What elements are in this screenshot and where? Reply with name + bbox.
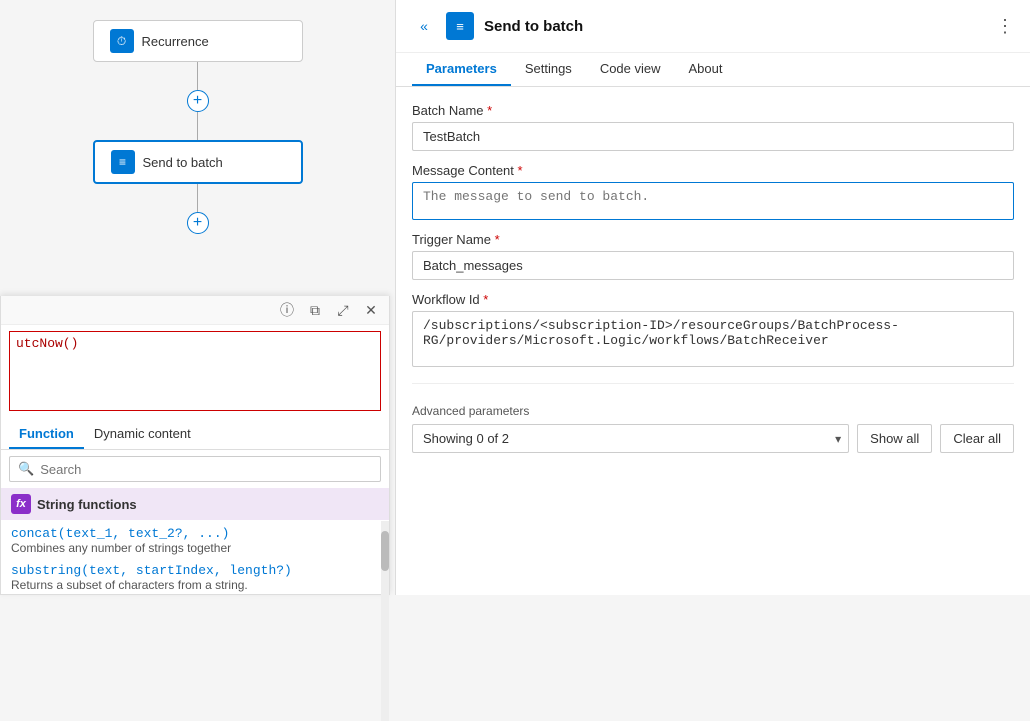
- right-panel-title: Send to batch: [484, 18, 986, 35]
- right-header: « ≡ Send to batch ⋮: [396, 0, 1030, 53]
- message-content-field-group: Message Content *: [412, 163, 1014, 220]
- connector-1: [197, 62, 198, 90]
- message-content-input[interactable]: [412, 182, 1014, 220]
- search-icon: 🔍: [18, 461, 34, 477]
- tab-settings[interactable]: Settings: [511, 53, 586, 86]
- divider: [412, 383, 1014, 384]
- fx-icon: fx: [11, 494, 31, 514]
- tab-dynamic-content[interactable]: Dynamic content: [84, 420, 201, 449]
- add-button-2[interactable]: +: [187, 212, 209, 234]
- send-to-batch-label: Send to batch: [143, 155, 223, 170]
- string-functions-label: String functions: [37, 497, 137, 512]
- message-content-label: Message Content *: [412, 163, 1014, 178]
- func-substring-name: substring(text, startIndex, length?): [11, 563, 379, 578]
- workflow-canvas: ⏱ Recurrence + ≡ Send to batch +: [0, 20, 395, 234]
- more-options-icon[interactable]: ⋮: [996, 16, 1014, 37]
- expression-tabs: Function Dynamic content: [1, 420, 389, 450]
- advanced-parameters-label: Advanced parameters: [412, 404, 1014, 418]
- search-input[interactable]: [40, 462, 372, 477]
- tab-about[interactable]: About: [675, 53, 737, 86]
- batch-name-field-group: Batch Name *: [412, 103, 1014, 151]
- expression-toolbar: ⓘ ⧉ ⤢ ✕: [1, 296, 389, 325]
- batch-name-input[interactable]: [412, 122, 1014, 151]
- recurrence-node[interactable]: ⏱ Recurrence: [93, 20, 303, 62]
- expression-editor-panel: ⓘ ⧉ ⤢ ✕ utcNow() Function Dynamic conten…: [0, 296, 390, 595]
- advanced-parameters-row: Showing 0 of 2 ▾ Show all Clear all: [412, 424, 1014, 453]
- send-to-batch-icon: ≡: [111, 150, 135, 174]
- recurrence-icon: ⏱: [110, 29, 134, 53]
- tab-function[interactable]: Function: [9, 420, 84, 449]
- info-icon[interactable]: ⓘ: [277, 300, 297, 320]
- right-content: Batch Name * Message Content * Trigger N…: [396, 87, 1030, 595]
- batch-name-label: Batch Name *: [412, 103, 1014, 118]
- func-concat-desc: Combines any number of strings together: [11, 541, 379, 555]
- clear-all-button[interactable]: Clear all: [940, 424, 1014, 453]
- close-icon[interactable]: ✕: [361, 300, 381, 320]
- copy-icon[interactable]: ⧉: [305, 300, 325, 320]
- workflow-id-label: Workflow Id *: [412, 292, 1014, 307]
- func-substring[interactable]: substring(text, startIndex, length?) Ret…: [1, 557, 389, 594]
- func-substring-desc: Returns a subset of characters from a st…: [11, 578, 379, 592]
- advanced-parameters-section: Advanced parameters Showing 0 of 2 ▾ Sho…: [412, 404, 1014, 453]
- right-tabs: Parameters Settings Code view About: [396, 53, 1030, 87]
- collapse-icon[interactable]: «: [412, 14, 436, 38]
- header-action-icon: ≡: [446, 12, 474, 40]
- trigger-name-input[interactable]: [412, 251, 1014, 280]
- connector-3: [197, 184, 198, 212]
- func-concat-name: concat(text_1, text_2?, ...): [11, 526, 379, 541]
- string-functions-section: fx String functions: [1, 488, 389, 520]
- expression-search-box[interactable]: 🔍: [9, 456, 381, 482]
- connector-2: [197, 112, 198, 140]
- func-concat[interactable]: concat(text_1, text_2?, ...) Combines an…: [1, 520, 389, 557]
- tab-parameters[interactable]: Parameters: [412, 53, 511, 86]
- advanced-select-wrapper: Showing 0 of 2 ▾: [412, 424, 849, 453]
- left-panel: ⏱ Recurrence + ≡ Send to batch + ⓘ ⧉ ⤢ ✕…: [0, 0, 395, 595]
- add-button-1[interactable]: +: [187, 90, 209, 112]
- tab-code-view[interactable]: Code view: [586, 53, 675, 86]
- scrollbar[interactable]: [381, 521, 389, 721]
- send-to-batch-node[interactable]: ≡ Send to batch: [93, 140, 303, 184]
- show-all-button[interactable]: Show all: [857, 424, 932, 453]
- expression-textarea-wrap: utcNow(): [1, 325, 389, 420]
- advanced-parameters-select[interactable]: Showing 0 of 2: [412, 424, 849, 453]
- scrollbar-thumb: [381, 531, 389, 571]
- trigger-name-field-group: Trigger Name *: [412, 232, 1014, 280]
- right-panel: « ≡ Send to batch ⋮ Parameters Settings …: [395, 0, 1030, 595]
- expression-textarea[interactable]: utcNow(): [9, 331, 381, 411]
- trigger-name-label: Trigger Name *: [412, 232, 1014, 247]
- workflow-id-input[interactable]: /subscriptions/<subscription-ID>/resourc…: [412, 311, 1014, 367]
- recurrence-label: Recurrence: [142, 34, 209, 49]
- expand-icon[interactable]: ⤢: [333, 300, 353, 320]
- workflow-id-field-group: Workflow Id * /subscriptions/<subscripti…: [412, 292, 1014, 367]
